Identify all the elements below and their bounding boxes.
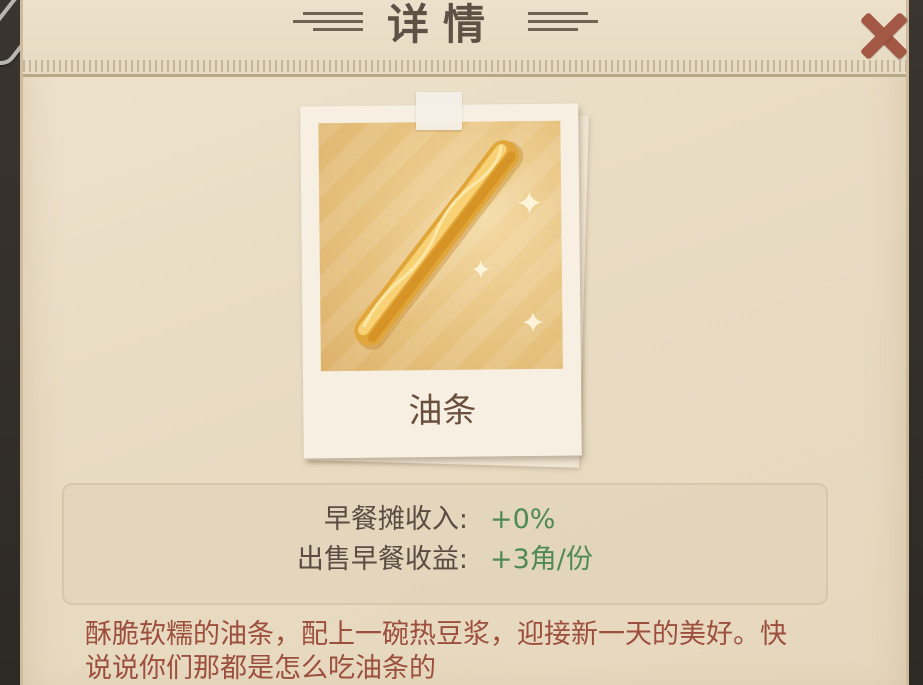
item-card: ✦ ✦ ✦ 油条 bbox=[300, 103, 582, 459]
item-name: 油条 bbox=[408, 390, 477, 432]
stat-label: 早餐摊收入: bbox=[323, 504, 468, 535]
ruler-decoration bbox=[23, 60, 906, 72]
page-title: 详情 bbox=[386, 0, 499, 49]
stat-value: +3角/份 bbox=[490, 544, 593, 575]
stat-row: 出售早餐收益: +3角/份 bbox=[64, 543, 826, 577]
stats-box: 早餐摊收入: +0% 出售早餐收益: +3角/份 bbox=[62, 483, 828, 605]
stat-value: +0% bbox=[490, 504, 556, 535]
stat-label: 出售早餐收益: bbox=[296, 544, 468, 575]
title-decoration-right bbox=[528, 12, 598, 36]
item-description: 酥脆软糯的油条，配上一碗热豆浆，迎接新一天的美好。快说说你们那都是怎么吃油条的 bbox=[85, 619, 787, 684]
game-scene: 详情 ✦ ✦ ✦ 油条 早餐摊收入: +0% 出售早餐收益: +3角/份 酥脆软… bbox=[0, 0, 923, 685]
stat-row: 早餐摊收入: +0% bbox=[64, 503, 826, 537]
panel-header: 详情 bbox=[23, 0, 906, 77]
tape-decoration bbox=[416, 92, 462, 130]
title-decoration-left bbox=[293, 12, 363, 36]
header-divider bbox=[23, 74, 906, 77]
item-image-frame: ✦ ✦ ✦ bbox=[318, 120, 563, 372]
close-button[interactable] bbox=[850, 6, 916, 66]
youtiao-icon bbox=[354, 140, 524, 350]
